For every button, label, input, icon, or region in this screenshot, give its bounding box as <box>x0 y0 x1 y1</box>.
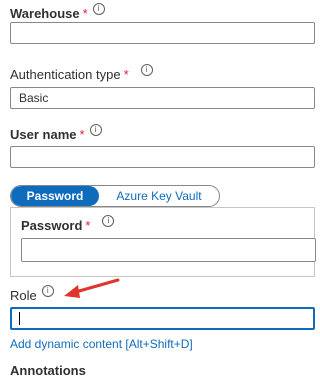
password-label: Password * i <box>21 215 115 233</box>
add-dynamic-content-link[interactable]: Add dynamic content [Alt+Shift+D] <box>10 337 193 351</box>
required-marker: * <box>85 218 91 233</box>
warehouse-label-text: Warehouse <box>10 6 80 21</box>
annotation-arrow-icon <box>64 278 120 298</box>
text-cursor <box>19 312 20 325</box>
info-icon[interactable]: i <box>41 285 54 297</box>
auth-type-label-text: Authentication type <box>10 67 121 82</box>
annotations-heading-text: Annotations <box>10 363 86 378</box>
auth-type-label: Authentication type * i <box>10 64 153 82</box>
password-input[interactable] <box>21 238 316 262</box>
role-input[interactable] <box>10 307 315 330</box>
auth-type-value: Basic <box>19 91 49 105</box>
user-name-label-text: User name <box>10 127 77 142</box>
user-name-label: User name * i <box>10 124 102 142</box>
annotations-heading: Annotations <box>10 363 86 378</box>
info-icon[interactable]: i <box>102 215 115 227</box>
auth-type-select[interactable]: Basic <box>10 87 315 109</box>
role-label-text: Role <box>10 288 37 303</box>
info-icon[interactable]: i <box>89 124 102 136</box>
linked-service-form: Warehouse * i Authentication type * i Ba… <box>0 0 316 380</box>
role-label: Role i <box>10 285 54 303</box>
required-marker: * <box>82 6 88 21</box>
password-panel: Password * i <box>10 207 316 277</box>
warehouse-label: Warehouse * i <box>10 3 105 21</box>
warehouse-input[interactable] <box>10 22 315 44</box>
required-marker: * <box>123 67 129 82</box>
info-icon[interactable]: i <box>92 3 105 15</box>
toggle-password[interactable]: Password <box>11 186 99 206</box>
required-marker: * <box>79 127 85 142</box>
toggle-azure-key-vault[interactable]: Azure Key Vault <box>99 186 219 206</box>
info-icon[interactable]: i <box>140 64 153 76</box>
user-name-input[interactable] <box>10 146 315 168</box>
password-label-text: Password <box>21 218 83 233</box>
credential-type-toggle: Password Azure Key Vault <box>10 185 220 207</box>
